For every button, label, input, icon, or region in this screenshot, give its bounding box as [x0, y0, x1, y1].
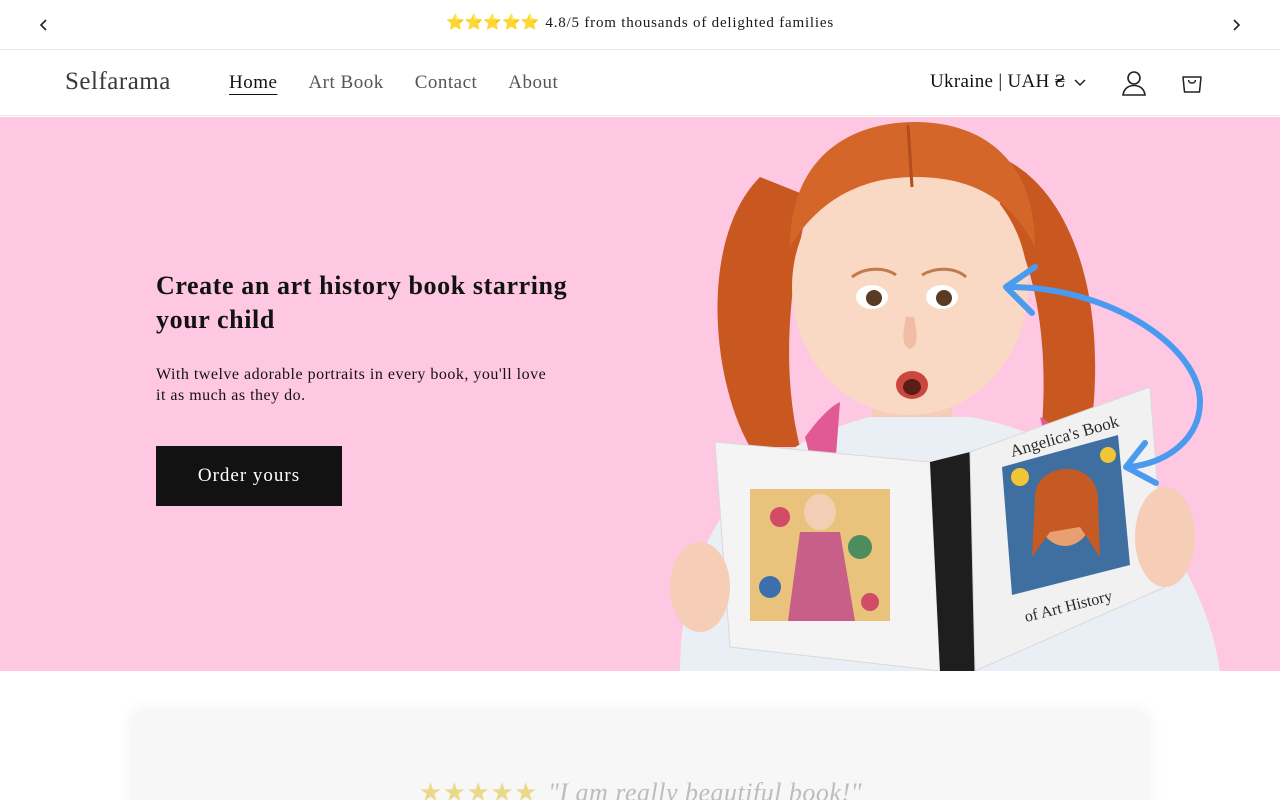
- nav-about[interactable]: About: [508, 72, 558, 94]
- cart-icon: [1182, 76, 1202, 93]
- hero-banner: Create an art history book starring your…: [0, 117, 1280, 671]
- chevron-right-icon: [1233, 19, 1241, 31]
- announcement-message: 4.8/5 from thousands of delighted famili…: [545, 15, 834, 31]
- hero-subtitle: With twelve adorable portraits in every …: [156, 366, 547, 404]
- account-button[interactable]: [1118, 67, 1150, 99]
- announcement-text: ⭐⭐⭐⭐⭐ 4.8/5 from thousands of delighted f…: [0, 13, 1280, 32]
- cart-button[interactable]: [1176, 67, 1208, 99]
- account-icon: [1122, 71, 1146, 96]
- chevron-down-icon: [1074, 79, 1087, 87]
- announcement-bar: ⭐⭐⭐⭐⭐ 4.8/5 from thousands of delighted f…: [0, 0, 1280, 50]
- testimonial-stars: ★★★★★: [418, 778, 538, 800]
- main-nav: Home Art Book Contact About: [229, 72, 558, 94]
- hero-image-girl-reading-book: Angelica's Book of Art History: [670, 122, 1220, 671]
- nav-art-book[interactable]: Art Book: [308, 72, 383, 94]
- nav-home[interactable]: Home: [229, 72, 277, 94]
- rating-stars: ⭐⭐⭐⭐⭐: [446, 15, 540, 31]
- announcement-next-button[interactable]: [1224, 13, 1248, 37]
- locale-label: Ukraine | UAH ₴: [930, 71, 1066, 92]
- testimonial-quote: "I am really beautiful book!": [547, 778, 863, 800]
- locale-selector[interactable]: Ukraine | UAH ₴: [930, 71, 1087, 93]
- site-logo[interactable]: Selfarama: [65, 68, 171, 96]
- order-yours-button[interactable]: Order yours: [156, 446, 342, 506]
- testimonial-card: ★★★★★ "I am really beautiful book!": [134, 712, 1147, 800]
- nav-contact[interactable]: Contact: [415, 72, 478, 94]
- site-header: Selfarama Home Art Book Contact About Uk…: [0, 51, 1280, 116]
- hero-title: Create an art history book starring your…: [156, 271, 568, 334]
- testimonial-quote-line: ★★★★★ "I am really beautiful book!": [134, 778, 1147, 800]
